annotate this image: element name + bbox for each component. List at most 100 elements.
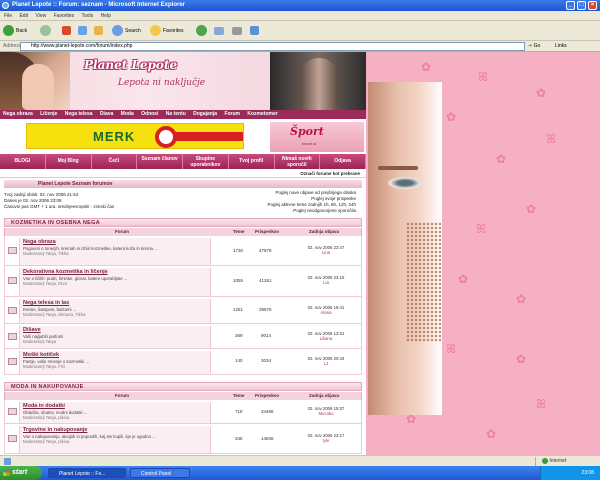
forum-link[interactable]: Nega obraza xyxy=(23,239,207,246)
link-unanswered[interactable]: Poglej neodgovorjene sporočila xyxy=(267,208,356,214)
ie-icon xyxy=(2,2,9,9)
forum-folder-icon xyxy=(8,408,17,415)
nav-tvoj-profil[interactable]: Tvoj profil xyxy=(229,154,275,169)
table-row: Dekorativna kozmetika in ličenje Vse o l… xyxy=(4,266,362,297)
links-button[interactable]: Links xyxy=(555,41,567,52)
back-arrow-icon xyxy=(3,25,14,37)
address-bar: Address http://www.planet-lepote.com/for… xyxy=(0,41,600,52)
history-button[interactable] xyxy=(196,25,209,37)
maximize-button[interactable]: □ xyxy=(577,1,586,10)
home-icon xyxy=(94,26,103,36)
forum-folder-icon xyxy=(8,333,17,340)
forum-link[interactable]: Nega telesa in las xyxy=(23,300,207,307)
section-title[interactable]: MODA IN NAKUPOVANJE xyxy=(4,382,362,391)
forward-arrow-icon xyxy=(40,25,51,37)
home-button[interactable] xyxy=(94,25,105,37)
favorites-button[interactable]: Favorites xyxy=(150,25,184,37)
address-input[interactable]: http://www.planet-lepote.com/forum/index… xyxy=(20,42,525,51)
flower-icon: ✿ xyxy=(516,292,527,306)
nav-moda[interactable]: Moda xyxy=(121,111,134,117)
nav-dogajanja[interactable]: Dogajanja xyxy=(193,111,217,117)
site-logo[interactable]: Planet Lepote xyxy=(84,58,177,72)
face-banner-image xyxy=(368,82,442,415)
status-bar: Internet xyxy=(0,455,600,466)
nav-nega-telesa[interactable]: Nega telesa xyxy=(65,111,93,117)
forum-link[interactable]: Moški kotiček xyxy=(23,352,207,359)
search-button[interactable]: Search xyxy=(112,25,141,37)
nav-diava[interactable]: Diava xyxy=(100,111,113,117)
nav-blogi[interactable]: BLOGI xyxy=(0,154,46,169)
menu-view[interactable]: View xyxy=(35,13,46,19)
table-row: Nega obraza Pogovori o tonerjih, kremah … xyxy=(4,236,362,266)
last-post-user-link[interactable]: Liliana xyxy=(291,336,361,341)
search-links: Poglej nove objave od prejšnjega obiska … xyxy=(267,190,356,214)
last-post-user-link[interactable]: LJ xyxy=(291,361,361,366)
stop-button[interactable] xyxy=(62,25,73,37)
forum-folder-icon xyxy=(8,277,17,284)
forum-link[interactable]: Dekorativna kozmetika in ličenje xyxy=(23,269,207,276)
page-icon xyxy=(4,458,11,465)
nav-odnosi[interactable]: Odnosi xyxy=(141,111,158,117)
mail-button[interactable] xyxy=(214,25,226,37)
close-button[interactable]: × xyxy=(588,1,597,10)
top-navigation: Nega obraza Ličenje Nega telesa Diava Mo… xyxy=(0,110,366,119)
go-button[interactable]: ➔ Go xyxy=(528,42,548,51)
ad-strip: MERK Šport forum.si xyxy=(0,119,366,154)
minimize-button[interactable]: _ xyxy=(566,1,575,10)
forum-link[interactable]: Moda in dodatki xyxy=(23,403,207,410)
flower-icon: ✿ xyxy=(516,352,527,366)
mail-icon xyxy=(214,26,224,35)
table-row: Nega telesa in las Kreme, šamponi, balza… xyxy=(4,297,362,324)
nav-forum[interactable]: Forum xyxy=(224,111,240,117)
nav-kozmetomer[interactable]: Kozmetomer xyxy=(247,111,277,117)
print-button[interactable] xyxy=(232,25,244,37)
taskbar-ie-window[interactable]: Planet Lepote :: Fo... xyxy=(48,468,126,478)
edit-icon xyxy=(250,26,259,36)
last-post-user-link[interactable]: Mocoko xyxy=(291,411,361,416)
menu-favorites[interactable]: Favorites xyxy=(54,13,75,19)
nav-moj-blog[interactable]: Moj Blog xyxy=(46,154,92,169)
nav-seznam-clanov[interactable]: Seznam članov xyxy=(137,154,183,169)
forum-navigation: BLOGI Moj Blog Čeči Seznam članov Skupin… xyxy=(0,154,366,169)
stop-icon xyxy=(62,26,71,36)
nav-sporocila[interactable]: Nimaš novih sporočil xyxy=(275,154,321,169)
flower-icon: ✿ xyxy=(496,152,507,166)
last-post-user-link[interactable]: Lina xyxy=(291,250,361,255)
butterfly-icon: ꕤ xyxy=(476,222,486,236)
last-post-user-link[interactable]: Alana xyxy=(291,310,361,315)
last-post-user-link[interactable]: Lia xyxy=(291,280,361,285)
menu-file[interactable]: File xyxy=(4,13,12,19)
system-tray: 23:08 xyxy=(540,466,600,480)
breadcrumb[interactable]: Planet Lepote Seznam forumov xyxy=(4,180,362,188)
table-header: Forum Teme Prispevkov Zadnja objava xyxy=(4,228,362,236)
man-photo xyxy=(270,52,366,110)
visit-info: Tvoj zadnji obisk: 02. nov 2006 21:54 Da… xyxy=(4,192,115,209)
forum-link[interactable]: Trgovine in nakupovanje xyxy=(23,427,207,434)
nav-nega-obraza[interactable]: Nega obraza xyxy=(3,111,33,117)
table-row: Moški kotiček Fantje, vaše mnenje o kozm… xyxy=(4,349,362,375)
forward-button[interactable] xyxy=(40,25,53,37)
window-title: Planet Lepote :: Forum: seznam - Microso… xyxy=(12,2,186,8)
menu-tools[interactable]: Tools xyxy=(81,13,93,19)
nav-ceci[interactable]: Čeči xyxy=(92,154,138,169)
last-post-user-link[interactable]: tyle xyxy=(291,438,361,443)
edit-button[interactable] xyxy=(250,25,261,37)
nav-na-tentu[interactable]: Na tentu xyxy=(166,111,186,117)
nav-skupine[interactable]: Skupine uporabnikov xyxy=(183,154,229,169)
forum-link[interactable]: Dišave xyxy=(23,327,207,334)
refresh-button[interactable] xyxy=(78,25,89,37)
nav-licenje[interactable]: Ličenje xyxy=(40,111,57,117)
forum-folder-icon xyxy=(8,307,17,314)
butterfly-icon: ꕤ xyxy=(446,342,456,356)
menu-help[interactable]: Help xyxy=(101,13,111,19)
sport-banner[interactable]: Šport forum.si xyxy=(270,122,364,152)
nav-odjava[interactable]: Odjava xyxy=(320,154,366,169)
menu-edit[interactable]: Edit xyxy=(19,13,28,19)
start-button[interactable]: start xyxy=(0,466,42,480)
back-button[interactable]: Back xyxy=(3,25,27,37)
merkur-banner[interactable]: MERK xyxy=(26,123,244,149)
taskbar-control-panel[interactable]: Control Panel xyxy=(130,468,190,478)
star-icon xyxy=(150,25,161,37)
section-title[interactable]: KOZMETIKA IN OSEBNA NEGA xyxy=(4,218,362,227)
mark-forums-read-link[interactable]: Označi forume kot prebrane xyxy=(0,169,366,178)
